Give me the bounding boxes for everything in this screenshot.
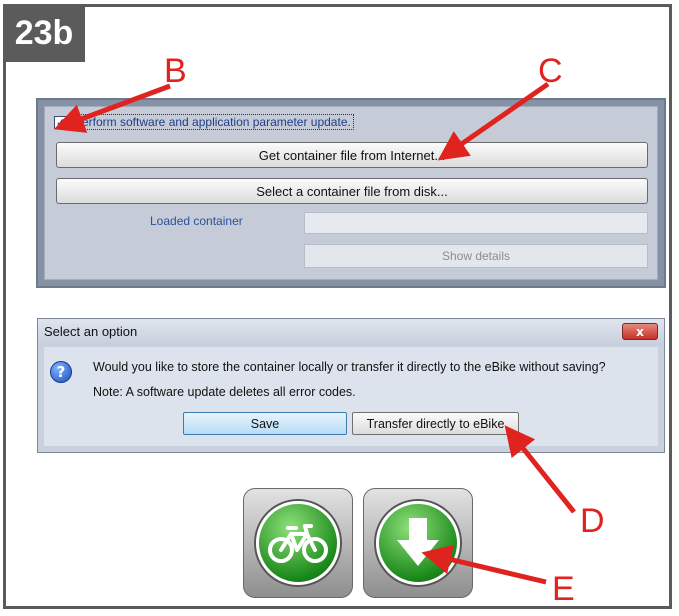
update-checkbox-row[interactable]: ✓ Perform software and application param…: [54, 112, 354, 132]
bike-button[interactable]: [243, 488, 353, 598]
save-button[interactable]: Save: [183, 412, 347, 435]
dialog-titlebar: Select an option x: [38, 319, 664, 345]
update-checkbox[interactable]: ✓: [54, 115, 67, 129]
figure-label: 23b: [3, 4, 85, 62]
loaded-container-field[interactable]: [304, 212, 648, 234]
callout-d: D: [580, 502, 605, 540]
get-container-internet-button[interactable]: Get container file from Internet...: [56, 142, 648, 168]
dialog-note: Note: A software update deletes all erro…: [93, 385, 356, 399]
callout-e: E: [552, 570, 575, 608]
dialog-title: Select an option: [44, 324, 138, 339]
download-button[interactable]: [363, 488, 473, 598]
callout-c: C: [538, 52, 563, 90]
question-icon: ?: [50, 361, 72, 383]
checkmark-icon: ✓: [55, 115, 66, 129]
select-container-disk-button[interactable]: Select a container file from disk...: [56, 178, 648, 204]
dialog-message: Would you like to store the container lo…: [93, 360, 606, 374]
download-disc: [376, 501, 460, 585]
download-arrow-icon: [397, 518, 439, 566]
show-details-button[interactable]: Show details: [304, 244, 648, 268]
update-checkbox-label[interactable]: Perform software and application paramet…: [71, 114, 354, 130]
loaded-container-label: Loaded container: [150, 214, 243, 228]
transfer-directly-button[interactable]: Transfer directly to eBike: [352, 412, 519, 435]
bike-icon: [268, 524, 328, 563]
bike-disc: [256, 501, 340, 585]
close-icon[interactable]: x: [622, 323, 658, 340]
callout-b: B: [164, 52, 187, 90]
